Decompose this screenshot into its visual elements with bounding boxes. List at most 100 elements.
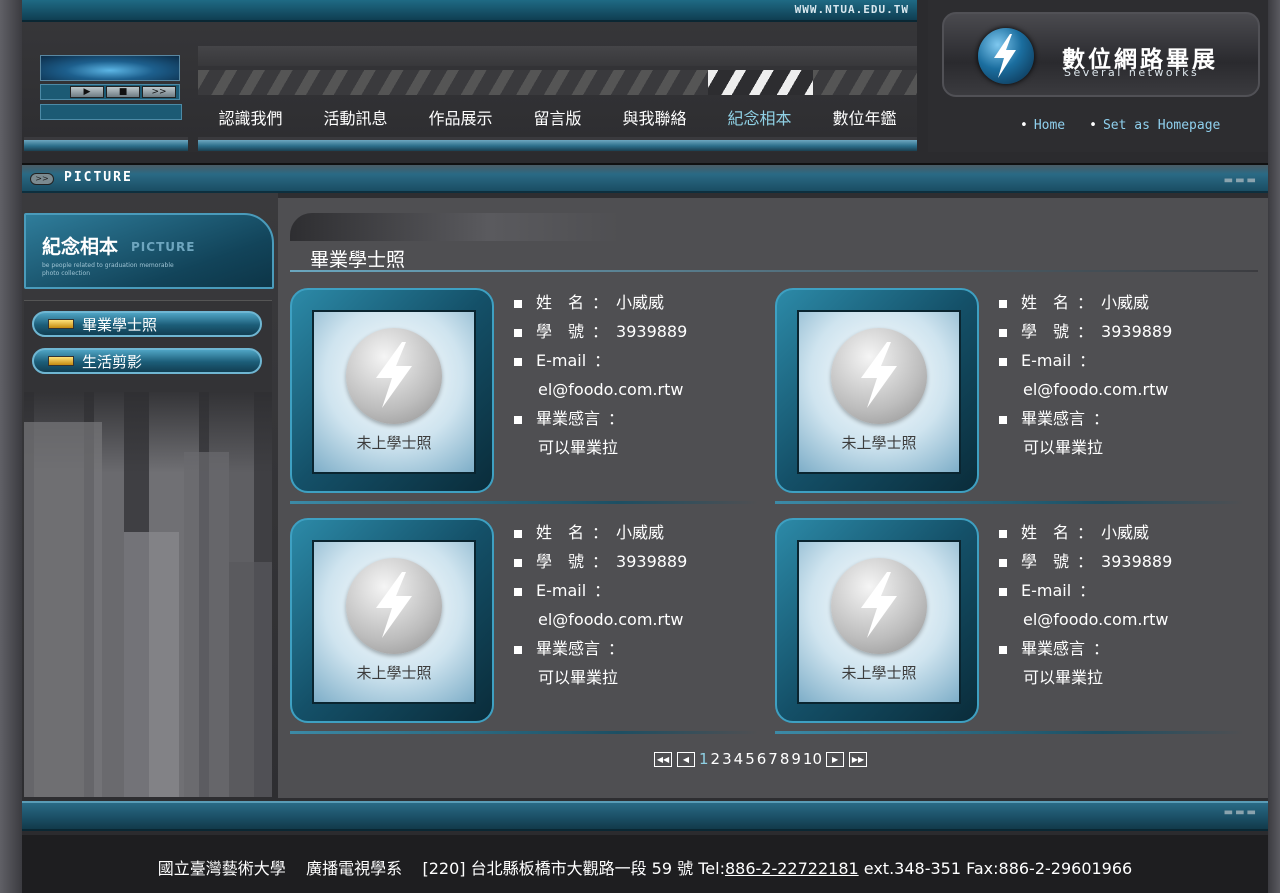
page-number-link[interactable]: 7 (767, 750, 779, 768)
placeholder-orb (831, 558, 927, 654)
placeholder-orb (831, 328, 927, 424)
lightning-bolt-icon (376, 342, 412, 408)
student-email[interactable]: el@foodo.com.rtw (1023, 380, 1168, 399)
photo-caption: 未上學士照 (356, 664, 432, 682)
play-button[interactable]: ▶ (70, 86, 104, 98)
email-label: E-mail (1021, 351, 1072, 370)
nav-item[interactable]: 留言版 (533, 105, 581, 129)
page-number-link[interactable]: 5 (744, 750, 756, 768)
student-info: 姓 名 ： 小威威 學 號 ： 3939889 E-mail ： el@foodo.com… (514, 518, 754, 692)
info-row-email-label: E-mail ： (999, 346, 1239, 375)
bullet-icon (999, 529, 1007, 538)
sidebar-item-life-snapshots[interactable]: 生活剪影 (32, 348, 262, 374)
placeholder-orb (346, 328, 442, 424)
bullet-icon (514, 645, 522, 654)
student-photo[interactable]: 未上學士照 (312, 310, 476, 474)
page-number-link[interactable]: 9 (790, 750, 802, 768)
page-number-link[interactable]: 8 (779, 750, 791, 768)
page-number-link[interactable]: 1 (698, 750, 710, 768)
info-row-name: 姓 名 ： 小威威 (999, 288, 1239, 317)
page-number-link[interactable]: 3 (721, 750, 733, 768)
info-row-email: el@foodo.com.rtw (514, 605, 754, 634)
page-number-link[interactable]: 10 (802, 750, 823, 768)
email-label: E-mail (536, 581, 587, 600)
bullet-icon (999, 328, 1007, 337)
info-row-message-label: 畢業感言 ： (999, 404, 1239, 433)
colon: ： (608, 409, 625, 428)
id-label: 學 號 (536, 322, 585, 341)
nav-item[interactable]: 數位年鑑 (832, 105, 896, 129)
nav-item[interactable]: 紀念相本 (727, 105, 791, 129)
next-button[interactable]: >> (142, 86, 176, 98)
student-email[interactable]: el@foodo.com.rtw (538, 380, 683, 399)
home-link-label: Home (1033, 118, 1066, 133)
title-chip-icon: >> (30, 173, 54, 185)
menu-chip-icon (48, 319, 74, 329)
bottom-bar: ▬▬▬ (22, 801, 1268, 831)
first-page-button[interactable]: ◀◀ (654, 751, 672, 767)
section-header-deco (290, 213, 620, 241)
photo-frame: 未上學士照 (290, 518, 494, 723)
colon: ： (1093, 639, 1110, 658)
student-photo[interactable]: 未上學士照 (797, 310, 961, 474)
media-player: ▶ ■ >> (38, 53, 184, 123)
page-number-link[interactable]: 2 (710, 750, 722, 768)
student-email[interactable]: el@foodo.com.rtw (1023, 610, 1168, 629)
id-label: 學 號 (1021, 322, 1070, 341)
page-number-link[interactable]: 4 (733, 750, 745, 768)
colon: ： (1079, 581, 1096, 600)
nav-item[interactable]: 認識我們 (218, 105, 282, 129)
colon: ： (1093, 409, 1110, 428)
student-card: 未上學士照 姓 名 ： 小威威 學 號 ： 3939889 E-mail ： el@foo… (775, 288, 1245, 504)
prev-page-button[interactable]: ◀ (677, 751, 695, 767)
colon: ： (592, 293, 609, 312)
lightning-bolt-icon (861, 572, 897, 638)
info-row-id: 學 號 ： 3939889 (514, 317, 754, 346)
active-stripes-highlight (708, 70, 813, 95)
bullet-icon (999, 357, 1007, 366)
colon: ： (594, 581, 611, 600)
sidebar-item-label: 生活剪影 (82, 352, 143, 371)
sidebar-item-graduation-photos[interactable]: 畢業學士照 (32, 311, 262, 337)
footer-tel-link[interactable]: 886-2-22722181 (725, 859, 859, 878)
footer-tel-label: Tel: (698, 859, 725, 878)
info-row-message: 可以畢業拉 (999, 433, 1239, 462)
photo-caption: 未上學士照 (841, 434, 917, 452)
stop-button[interactable]: ■ (106, 86, 140, 98)
colon: ： (592, 322, 609, 341)
id-label: 學 號 (536, 552, 585, 571)
info-row-message: 可以畢業拉 (514, 433, 754, 462)
info-row-email-label: E-mail ： (999, 576, 1239, 605)
colon: ： (592, 552, 609, 571)
pagination: ◀◀ ◀ 1 2 3 4 5 6 7 8 9 10 ▶ ▶▶ (652, 750, 869, 768)
page-number-link[interactable]: 6 (756, 750, 768, 768)
colon: ： (608, 639, 625, 658)
bullet-icon (514, 299, 522, 308)
nav-top-strip (198, 46, 917, 66)
footer-address: [220] 台北縣板橋市大觀路一段 59 號 (422, 859, 694, 878)
site-url[interactable]: WWW.NTUA.EDU.TW (795, 3, 909, 16)
set-homepage-link[interactable]: • Set as Homepage (1089, 118, 1220, 133)
student-email[interactable]: el@foodo.com.rtw (538, 610, 683, 629)
message-label: 畢業感言 (536, 409, 601, 428)
last-page-button[interactable]: ▶▶ (849, 751, 868, 767)
frame-border-left (0, 0, 22, 893)
bullet-icon (514, 558, 522, 567)
student-photo[interactable]: 未上學士照 (797, 540, 961, 704)
home-link[interactable]: • Home (1020, 118, 1065, 133)
player-status (40, 104, 182, 120)
sidebar-fine-print: be people related to graduation memorabl… (42, 262, 174, 277)
info-row-email: el@foodo.com.rtw (999, 375, 1239, 404)
next-page-button[interactable]: ▶ (826, 751, 845, 767)
colon: ： (1077, 552, 1094, 571)
nav-item[interactable]: 活動訊息 (323, 105, 387, 129)
bullet-icon (999, 558, 1007, 567)
section-divider (290, 270, 1258, 272)
nav-item[interactable]: 與我聯絡 (622, 105, 686, 129)
student-photo[interactable]: 未上學士照 (312, 540, 476, 704)
bottom-bar-dashes: ▬▬▬ (1223, 807, 1258, 818)
student-id: 3939889 (616, 322, 688, 341)
footer-ext: ext.348-351 (863, 859, 962, 878)
nav-item[interactable]: 作品展示 (428, 105, 492, 129)
footer-contact: 國立臺灣藝術大學 廣播電視學系 [220] 台北縣板橋市大觀路一段 59 號 T… (22, 855, 1268, 879)
